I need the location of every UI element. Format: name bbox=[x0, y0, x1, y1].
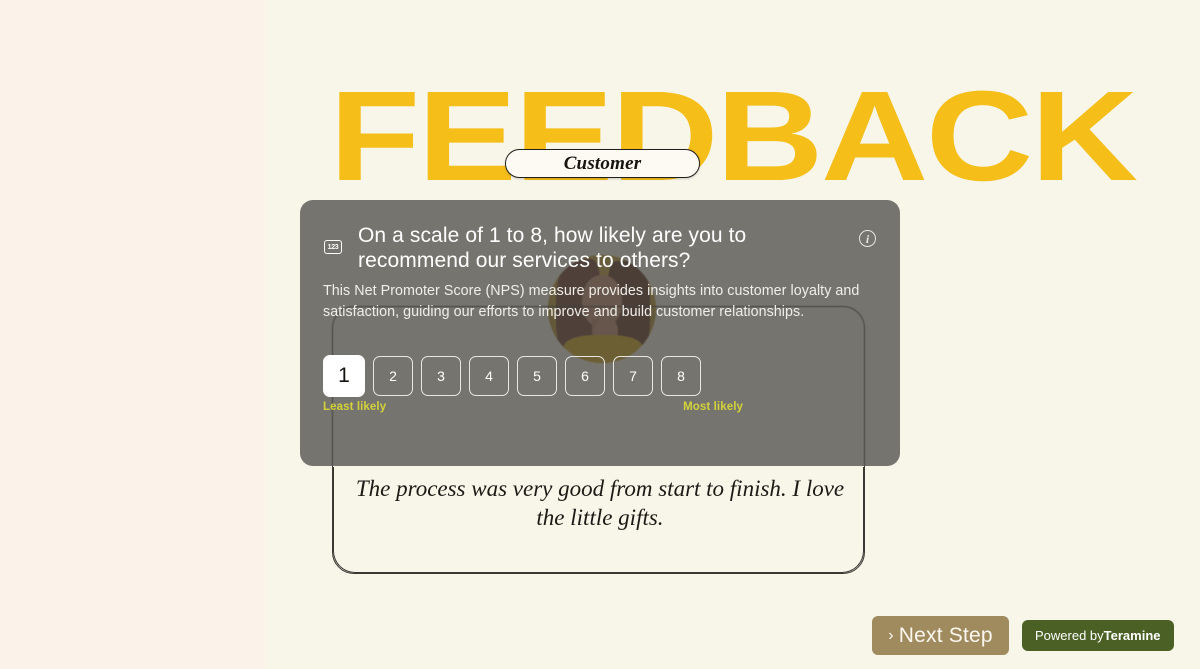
rating-option-1[interactable]: 1 bbox=[323, 355, 365, 397]
customer-badge-label: Customer bbox=[563, 152, 642, 174]
testimonial-quote: The process was very good from start to … bbox=[355, 476, 845, 531]
next-step-label: Next Step bbox=[898, 623, 993, 647]
scale-endpoint-labels: Least likely Most likely bbox=[323, 401, 743, 413]
headline-container: FEEDBACK bbox=[265, 72, 1200, 202]
page-title: FEEDBACK bbox=[329, 65, 1138, 208]
customer-badge: Customer bbox=[505, 149, 700, 178]
rating-option-5[interactable]: 5 bbox=[517, 356, 557, 396]
chevron-right-icon: › bbox=[888, 626, 894, 644]
rating-option-6[interactable]: 6 bbox=[565, 356, 605, 396]
rating-scale: 1 2 3 4 5 6 7 8 bbox=[323, 355, 701, 397]
brand-name: Teramine bbox=[1103, 628, 1161, 643]
survey-stage: FEEDBACK Customer The process was very g… bbox=[265, 0, 1200, 669]
question-panel: 123 i On a scale of 1 to 8, how likely a… bbox=[300, 200, 900, 466]
number-input-icon: 123 bbox=[324, 240, 342, 254]
powered-by-badge[interactable]: Powered by Teramine bbox=[1022, 620, 1174, 651]
rating-option-2[interactable]: 2 bbox=[373, 356, 413, 396]
info-icon[interactable]: i bbox=[859, 230, 876, 247]
scale-max-label: Most likely bbox=[683, 401, 743, 413]
rating-option-4[interactable]: 4 bbox=[469, 356, 509, 396]
rating-option-7[interactable]: 7 bbox=[613, 356, 653, 396]
rating-option-3[interactable]: 3 bbox=[421, 356, 461, 396]
rating-option-8[interactable]: 8 bbox=[661, 356, 701, 396]
background-left-strip bbox=[0, 0, 265, 669]
scale-min-label: Least likely bbox=[323, 401, 387, 413]
question-title: On a scale of 1 to 8, how likely are you… bbox=[358, 224, 747, 272]
powered-by-text: Powered by bbox=[1035, 628, 1104, 643]
question-description: This Net Promoter Score (NPS) measure pr… bbox=[323, 283, 860, 320]
next-step-button[interactable]: › Next Step bbox=[872, 616, 1009, 655]
